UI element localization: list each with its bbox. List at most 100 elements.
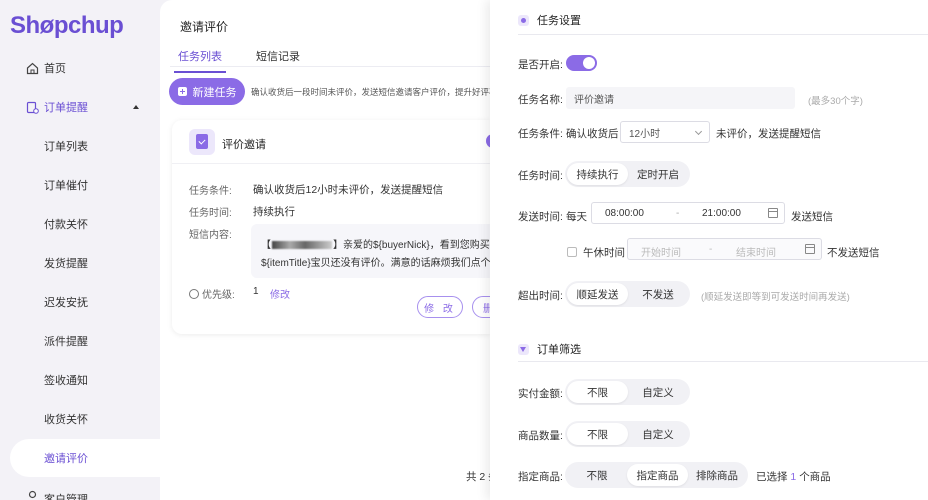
task-name-label: 任务名称: (518, 94, 563, 106)
sidebar-item-customer-management[interactable]: 客户管理 (0, 481, 160, 500)
task-time-label: 任务时间: (518, 170, 563, 182)
sidebar-item-shipping-reminder[interactable]: 发货提醒 (0, 244, 160, 282)
redacted-shop-name (272, 241, 332, 250)
send-start-time[interactable]: 08:00:00 (605, 208, 644, 219)
sms-line-1: 【 】亲爱的${buyerNick}，看到您购买的 (261, 236, 490, 251)
sidebar-item-delay-comfort[interactable]: 迟发安抚 (0, 283, 160, 321)
quantity-segmented: 不限 自定义 (565, 421, 690, 447)
send-time-suffix: 发送短信 (791, 211, 833, 223)
sidebar-item-label: 发货提醒 (44, 258, 88, 270)
sidebar-item-label: 迟发安抚 (44, 297, 88, 309)
sidebar-item-label: 订单列表 (44, 141, 88, 153)
goods-include[interactable]: 指定商品 (627, 464, 688, 486)
task-card-title: 评价邀请 (222, 139, 266, 151)
tab-sms-records[interactable]: 短信记录 (252, 46, 304, 73)
sidebar-item-label: 客户管理 (44, 494, 88, 500)
chevron-up-icon (133, 105, 139, 109)
goods-label: 指定商品: (518, 471, 563, 483)
task-name-hint: (最多30个字) (808, 96, 863, 107)
section-divider (518, 34, 928, 35)
enabled-label: 是否开启: (518, 59, 563, 71)
sidebar-item-label: 首页 (44, 63, 66, 75)
task-condition-label: 任务条件: (189, 186, 232, 197)
sidebar-item-delivery-reminder[interactable]: 派件提醒 (0, 322, 160, 360)
order-reminder-icon (26, 101, 39, 114)
sidebar-item-signed-notice[interactable]: 签收通知 (0, 361, 160, 399)
noon-break-range[interactable]: 开始时间 - 结束时间 (627, 238, 822, 260)
condition-suffix: 未评价，发送提醒短信 (716, 128, 821, 140)
section-order-filter: 订单筛选 (518, 341, 581, 357)
page-title: 邀请评价 (180, 20, 229, 34)
sidebar-item-payment-reminder[interactable]: 订单催付 (0, 166, 160, 204)
send-time-prefix: 每天 (566, 211, 587, 223)
task-time-value: 持续执行 (253, 206, 295, 218)
overtime-skip[interactable]: 不发送 (628, 283, 688, 305)
enabled-toggle[interactable] (566, 55, 597, 71)
question-circle-icon (189, 288, 199, 299)
task-time-label: 任务时间: (189, 208, 232, 219)
amount-label: 实付金额: (518, 388, 563, 400)
new-task-hint: 确认收货后一段时间未评价，发送短信邀请客户评价，提升好评率 (251, 87, 490, 97)
tab-bar: 任务列表 短信记录 (174, 46, 330, 73)
main-panel: 邀请评价 任务列表 短信记录 新建任务 确认收货后一段时间未评价，发送短信邀请客… (160, 0, 518, 500)
tabs-divider (170, 66, 490, 67)
range-separator: - (709, 244, 713, 255)
section-title: 任务设置 (537, 15, 581, 27)
noon-start-placeholder: 开始时间 (641, 248, 681, 259)
priority-label: 优先级: (202, 290, 235, 301)
filter-icon (518, 343, 529, 355)
quantity-custom[interactable]: 自定义 (628, 423, 688, 445)
task-name-input[interactable]: 评价邀请 (566, 87, 795, 109)
calendar-icon (805, 244, 815, 254)
goods-selected-summary: 已选择 1 个商品 (756, 469, 831, 484)
sidebar-item-invite-review[interactable]: 邀请评价 (10, 439, 160, 477)
overtime-label: 超出时间: (518, 290, 563, 302)
task-card-header: 评价邀请 (172, 120, 496, 164)
sms-line-1-text: 】亲爱的${buyerNick}，看到您购买的 (333, 240, 490, 251)
condition-hours-value: 12小时 (629, 128, 661, 140)
range-separator: - (676, 208, 680, 219)
send-end-time[interactable]: 21:00:00 (702, 208, 741, 219)
overtime-postpone[interactable]: 顺延发送 (567, 283, 628, 305)
overtime-hint: (顺延发送即等到可发送时间再发送) (701, 292, 850, 303)
task-time-scheduled[interactable]: 定时开启 (628, 163, 688, 185)
sidebar-item-receipt-care[interactable]: 收货关怀 (0, 400, 160, 438)
tab-task-list[interactable]: 任务列表 (174, 46, 226, 73)
plus-icon (177, 87, 187, 96)
send-time-label: 发送时间: (518, 211, 563, 223)
task-time-continuous[interactable]: 持续执行 (567, 163, 628, 185)
sidebar-item-label: 派件提醒 (44, 336, 88, 348)
sidebar-item-order-list[interactable]: 订单列表 (0, 127, 160, 165)
amount-segmented: 不限 自定义 (565, 379, 690, 405)
new-task-button[interactable]: 新建任务 (169, 78, 245, 105)
sidebar-item-payment-care[interactable]: 付款关怀 (0, 205, 160, 243)
sms-content-box: 【 】亲爱的${buyerNick}，看到您购买的 ${itemTitle}宝贝还… (251, 224, 490, 278)
noon-break-suffix: 不发送短信 (827, 247, 880, 259)
sidebar-item-home[interactable]: 首页 (0, 49, 160, 87)
noon-break-checkbox[interactable] (567, 247, 577, 257)
quantity-label: 商品数量: (518, 430, 563, 442)
section-title: 订单筛选 (537, 344, 581, 356)
goods-unlimited[interactable]: 不限 (567, 464, 627, 486)
send-time-range[interactable]: 08:00:00 - 21:00:00 (591, 202, 785, 224)
goods-selected-count[interactable]: 1 (790, 471, 796, 483)
section-divider (518, 361, 928, 362)
edit-button[interactable]: 修 改 (417, 296, 463, 318)
priority-value: 1 (253, 286, 259, 297)
condition-label: 任务条件: (518, 128, 563, 140)
task-card: 评价邀请 任务条件: 确认收货后12小时未评价，发送提醒短信 任务时间: 持续执… (172, 120, 518, 334)
noon-end-placeholder: 结束时间 (736, 248, 776, 259)
amount-custom[interactable]: 自定义 (628, 381, 688, 403)
quantity-unlimited[interactable]: 不限 (567, 423, 628, 445)
condition-prefix: 确认收货后 (566, 128, 619, 140)
goods-exclude[interactable]: 排除商品 (688, 464, 746, 486)
goods-segmented: 不限 指定商品 排除商品 (565, 462, 748, 488)
priority-edit-link[interactable]: 修改 (270, 286, 290, 301)
sms-content-label: 短信内容: (189, 230, 232, 241)
amount-unlimited[interactable]: 不限 (567, 381, 628, 403)
sidebar-item-label: 订单催付 (44, 180, 88, 192)
condition-hours-select[interactable]: 12小时 (620, 121, 710, 143)
clipboard-check-icon (189, 129, 215, 155)
sidebar-item-order-reminder[interactable]: 订单提醒 (0, 88, 160, 126)
sidebar-item-label: 订单提醒 (44, 102, 88, 114)
